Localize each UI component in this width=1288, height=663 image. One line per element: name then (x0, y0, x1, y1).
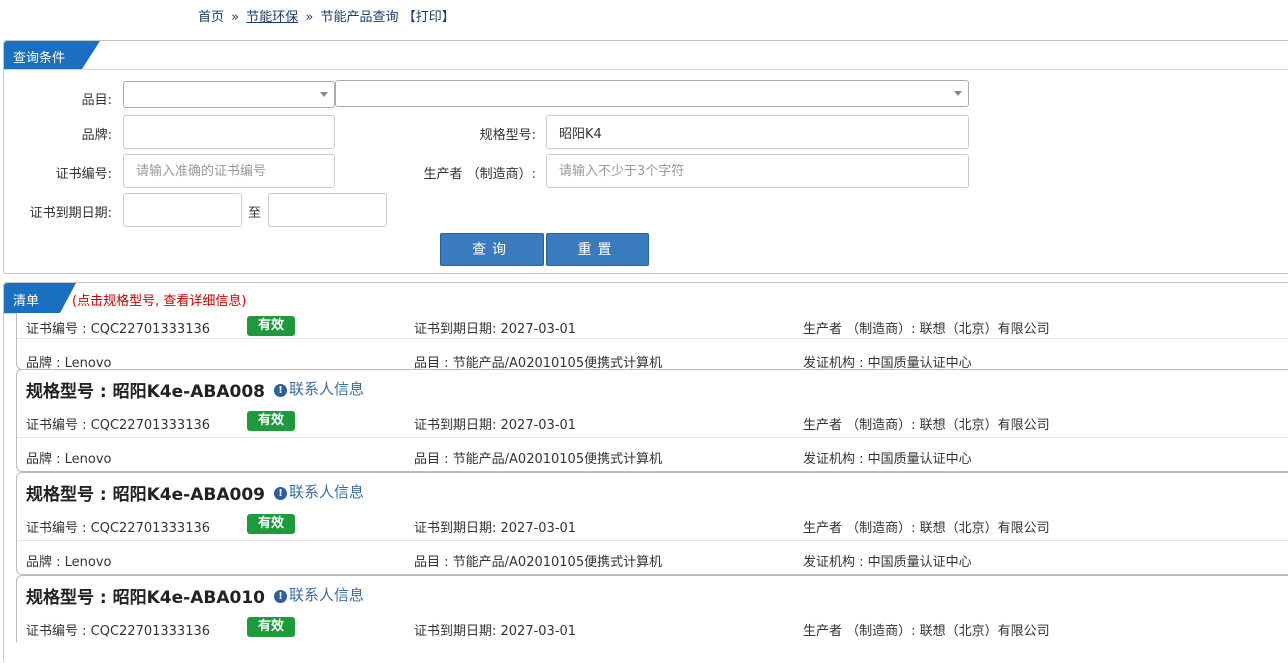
results-list[interactable]: 证书编号 : CQC22701333136 有效 证书到期日期: 2027-03… (4, 313, 1288, 642)
expiry-text: 证书到期日期: 2027-03-01 (414, 624, 577, 639)
breadcrumb-separator: » (305, 10, 314, 25)
cert-no-text: 证书编号 : CQC22701333136 (26, 418, 211, 433)
status-badge: 有效 (247, 316, 295, 336)
maker-label: 生产者 （制造商）: (423, 167, 536, 182)
cert-no-label: 证书编号: (55, 167, 112, 182)
category-select-secondary[interactable] (335, 80, 969, 107)
maker-input[interactable] (546, 154, 969, 188)
contact-label: 联系人信息 (289, 380, 365, 398)
model-link[interactable]: 规格型号 : 昭阳K4e-ABA009 (26, 480, 265, 505)
category-text: 品目 : 节能产品/A02010105便携式计算机 (414, 452, 663, 467)
result-card: 规格型号 : 昭阳K4e-ABA010 ! 联系人信息 证书编号 : CQC227… (16, 575, 1288, 642)
chevron-down-icon (320, 92, 328, 97)
category-label: 品目: (81, 93, 112, 108)
search-panel-header: 查询条件 (4, 41, 1288, 70)
list-hint: (点击规格型号, 查看详细信息) (72, 294, 247, 309)
list-panel-header: 清单 (点击规格型号, 查看详细信息) (4, 283, 1288, 314)
search-panel-title-wrap: 查询条件 (4, 41, 100, 69)
breadcrumb-category-link[interactable]: 节能环保 (246, 10, 298, 25)
card-divider (17, 437, 1288, 438)
card-divider (17, 540, 1288, 541)
search-panel-title: 查询条件 (13, 51, 66, 66)
model-input[interactable] (546, 115, 969, 149)
status-badge: 有效 (247, 617, 295, 637)
breadcrumb-current: 节能产品查询 (320, 10, 399, 25)
info-circle-icon: ! (274, 590, 287, 603)
maker-text: 生产者 （制造商）: 联想（北京）有限公司 (803, 418, 1050, 433)
maker-text: 生产者 （制造商）: 联想（北京）有限公司 (803, 322, 1050, 337)
maker-text: 生产者 （制造商）: 联想（北京）有限公司 (803, 521, 1050, 536)
expiry-text: 证书到期日期: 2027-03-01 (414, 322, 577, 337)
result-card: 规格型号 : 昭阳K4e-ABA009 ! 联系人信息 证书编号 : CQC227… (16, 472, 1288, 575)
issuer-text: 发证机构 : 中国质量认证中心 (803, 452, 972, 467)
contact-label: 联系人信息 (289, 586, 365, 604)
expiry-text: 证书到期日期: 2027-03-01 (414, 521, 577, 536)
issuer-text: 发证机构 : 中国质量认证中心 (803, 555, 972, 570)
breadcrumb-home-link[interactable]: 首页 (198, 10, 224, 25)
info-circle-icon: ! (274, 487, 287, 500)
expiry-label: 证书到期日期: (29, 206, 112, 221)
contact-label: 联系人信息 (289, 483, 365, 501)
print-link[interactable]: 【打印】 (403, 10, 455, 25)
expiry-to-input[interactable] (268, 193, 387, 227)
breadcrumb-separator: » (231, 10, 240, 25)
model-link[interactable]: 规格型号 : 昭阳K4e-ABA010 (26, 583, 265, 608)
brand-text: 品牌 : Lenovo (26, 555, 112, 570)
contact-info-link[interactable]: ! 联系人信息 (274, 481, 364, 502)
brand-text: 品牌 : Lenovo (26, 452, 112, 467)
info-circle-icon: ! (274, 384, 287, 397)
card-divider (17, 338, 1288, 339)
category-text: 品目 : 节能产品/A02010105便携式计算机 (414, 555, 663, 570)
expiry-from-input[interactable] (123, 193, 242, 227)
status-badge: 有效 (247, 411, 295, 431)
chevron-down-icon (954, 91, 962, 96)
category-select-primary[interactable] (123, 81, 335, 108)
list-panel-title-wrap: 清单 (4, 283, 76, 311)
contact-info-link[interactable]: ! 联系人信息 (274, 584, 364, 605)
result-card: 证书编号 : CQC22701333136 有效 证书到期日期: 2027-03… (16, 313, 1288, 371)
cert-no-text: 证书编号 : CQC22701333136 (26, 322, 211, 337)
brand-label: 品牌: (81, 128, 112, 143)
result-card: 规格型号 : 昭阳K4e-ABA008 ! 联系人信息 证书编号 : CQC227… (16, 369, 1288, 472)
status-badge: 有效 (247, 514, 295, 534)
expiry-to-label: 至 (248, 206, 262, 221)
breadcrumb: 首页 » 节能环保 » 节能产品查询 【打印】 (198, 6, 455, 25)
cert-no-input[interactable] (123, 154, 335, 188)
maker-text: 生产者 （制造商）: 联想（北京）有限公司 (803, 624, 1050, 639)
contact-info-link[interactable]: ! 联系人信息 (274, 378, 364, 399)
list-panel-title: 清单 (13, 294, 40, 309)
search-button[interactable]: 查询 (440, 233, 544, 266)
cert-no-text: 证书编号 : CQC22701333136 (26, 624, 211, 639)
model-label: 规格型号: (479, 128, 536, 143)
reset-button[interactable]: 重置 (546, 233, 649, 266)
expiry-text: 证书到期日期: 2027-03-01 (414, 418, 577, 433)
cert-no-text: 证书编号 : CQC22701333136 (26, 521, 211, 536)
model-link[interactable]: 规格型号 : 昭阳K4e-ABA008 (26, 377, 265, 402)
brand-input[interactable] (123, 115, 335, 149)
